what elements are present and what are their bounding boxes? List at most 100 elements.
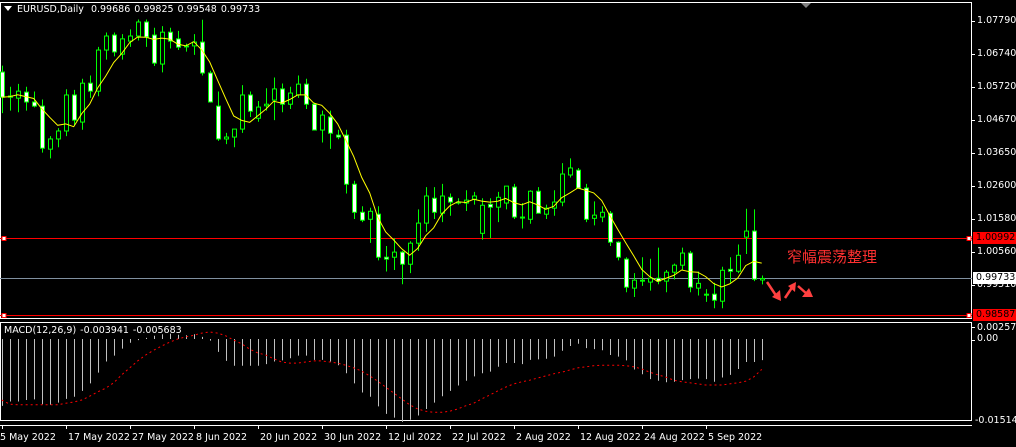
candle	[0, 65, 5, 114]
candle	[592, 201, 597, 226]
menu-triangle-icon[interactable]	[4, 6, 12, 11]
bull-candle-body	[56, 130, 61, 140]
candle	[616, 241, 621, 261]
bull-candle-body	[424, 195, 429, 224]
candle	[240, 85, 245, 133]
macd-label: MACD(12,26,9)	[4, 325, 77, 336]
bear-candle-body	[752, 230, 757, 280]
bull-candle-body	[744, 230, 749, 238]
date-axis-label: 5 Sep 2022	[708, 432, 763, 443]
candle	[64, 89, 69, 137]
price-axis-label: 1.05720	[977, 81, 1016, 92]
bull-candle-body	[296, 83, 301, 96]
bull-candle-body	[48, 138, 53, 150]
bear-candle-body	[360, 211, 365, 221]
chart-canvas[interactable]	[0, 0, 1016, 447]
resistance-handle-left	[1, 236, 7, 241]
bull-candle-body	[264, 103, 269, 107]
bull-candle-body	[232, 128, 237, 138]
candle	[664, 269, 669, 293]
bull-candle-body	[696, 282, 701, 289]
bear-candle-body	[384, 256, 389, 260]
bear-candle-body	[144, 21, 149, 38]
support-handle-left	[1, 313, 7, 318]
date-axis-label: 27 May 2022	[132, 432, 194, 443]
candle	[368, 207, 373, 243]
resistance-handle-right	[966, 236, 972, 241]
date-axis-label: 24 Aug 2022	[644, 432, 705, 443]
candle	[224, 132, 229, 145]
candle	[256, 101, 261, 122]
candle	[248, 91, 253, 117]
candle	[488, 198, 493, 239]
date-axis-label: 20 Jun 2022	[260, 432, 318, 443]
bear-candle-body	[712, 293, 717, 301]
bull-candle-body	[632, 279, 637, 289]
macd-main-value: -0.003941	[80, 325, 129, 336]
bull-candle-body	[520, 216, 525, 219]
candle	[208, 70, 213, 103]
candle	[272, 77, 277, 121]
candle	[120, 34, 125, 60]
macd-signal-value: -0.005683	[132, 325, 182, 336]
bear-candle-body	[584, 187, 589, 220]
candle	[520, 203, 525, 229]
bear-candle-body	[216, 105, 221, 140]
price-axis-label: 1.02600	[977, 180, 1016, 191]
macd-title: MACD(12,26,9) -0.003941 -0.005683	[4, 325, 186, 336]
candle	[656, 247, 661, 285]
annotation-text: 窄幅震荡整理	[787, 248, 878, 266]
candle	[624, 257, 629, 293]
candle	[752, 209, 757, 282]
candle	[632, 273, 637, 298]
candle	[736, 244, 741, 274]
bull-candle-body	[136, 21, 141, 37]
candle	[408, 241, 413, 274]
candle	[544, 204, 549, 219]
price-axis-label: 1.07790	[977, 15, 1016, 26]
bull-candle-body	[80, 82, 85, 123]
bear-candle-body	[448, 196, 453, 203]
bear-candle-body	[32, 101, 37, 107]
chart-shift-marker[interactable]	[801, 3, 811, 8]
open-price: 0.99686	[90, 4, 131, 15]
bear-candle-body	[536, 190, 541, 214]
bull-candle-body	[648, 277, 653, 283]
bull-candle-body	[240, 94, 245, 130]
bull-candle-body	[160, 31, 165, 65]
bear-candle-body	[576, 169, 581, 189]
bull-candle-body	[320, 114, 325, 131]
candle	[152, 27, 157, 66]
moving-average-line	[1, 36, 762, 288]
price-axis-label: 1.04670	[977, 114, 1016, 125]
arrow-down-icon	[765, 281, 781, 301]
resistance-price-tag: 1.00992	[973, 232, 1016, 244]
candle	[312, 102, 317, 131]
candle	[672, 263, 677, 280]
candle	[440, 183, 445, 223]
bull-candle-body	[528, 190, 533, 220]
high-price: 0.99825	[134, 4, 174, 15]
bull-candle-body	[272, 88, 277, 101]
candle	[72, 89, 77, 125]
candle	[712, 282, 717, 309]
bull-candle-body	[664, 271, 669, 282]
macd-axis-label: 0.00	[977, 333, 999, 344]
macd-axis-label: -0.015148	[975, 415, 1016, 426]
date-axis-label: 17 May 2022	[68, 432, 130, 443]
date-axis-label: 30 Jun 2022	[324, 432, 382, 443]
candle	[88, 75, 93, 98]
candle	[560, 163, 565, 207]
candle	[16, 83, 21, 113]
bull-candle-body	[568, 167, 573, 176]
price-axis-label: 1.01580	[977, 213, 1016, 224]
candle	[176, 30, 181, 51]
bull-candle-body	[64, 94, 69, 132]
candle	[216, 91, 221, 141]
bear-candle-body	[728, 268, 733, 272]
candle	[24, 86, 29, 111]
bull-candle-body	[640, 279, 645, 282]
price-axis-label: 1.06740	[977, 48, 1016, 59]
candle	[568, 158, 573, 178]
bull-candle-body	[368, 210, 373, 220]
